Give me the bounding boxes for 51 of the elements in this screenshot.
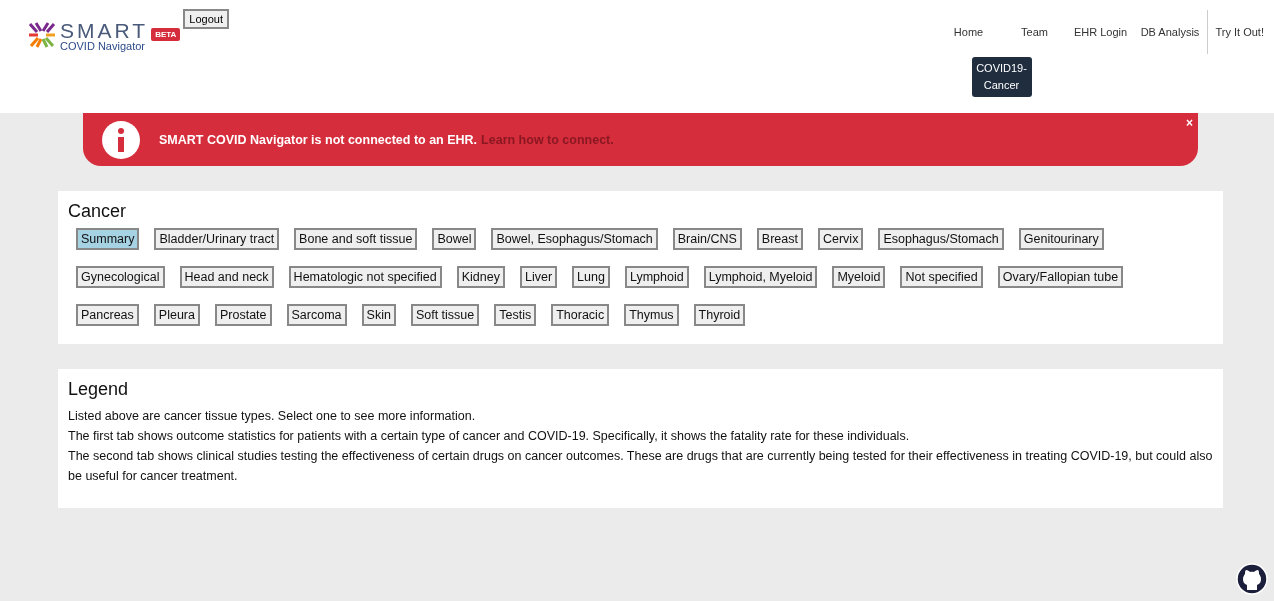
nav-link[interactable]: Try It Out! — [1206, 10, 1264, 54]
cancer-type-tab[interactable]: Thyroid — [693, 304, 746, 326]
dropdown-menu-item[interactable]: COVID19-Cancer — [971, 57, 1032, 97]
logout-button[interactable]: Logout — [183, 9, 229, 29]
cancer-type-tab[interactable]: Skin — [361, 304, 396, 326]
cancer-type-tab[interactable]: Pancreas — [76, 304, 139, 326]
legend-paragraph: The second tab shows clinical studies testing the effectiveness of certain drugs on cancer outcomes. These are drugs that are currently being tested for their effectiveness in treating COVID-19, but could also be useful for cancer treatment. — [68, 448, 1213, 485]
cancer-type-tab[interactable]: Sarcoma — [286, 304, 347, 326]
cancer-type-tab[interactable]: Prostate — [214, 304, 272, 326]
nav-link[interactable]: DB Analysis — [1133, 10, 1207, 54]
cancer-type-tab[interactable]: Genitourinary — [1018, 228, 1104, 250]
cancer-type-tab[interactable]: Gynecological — [76, 266, 165, 288]
cancer-type-tab[interactable]: Liver — [520, 266, 558, 288]
legend-paragraph: Listed above are cancer tissue types. Select one to see more information. — [68, 408, 477, 425]
cancer-type-tab[interactable]: Lung — [572, 266, 610, 288]
cancer-type-tab[interactable]: Thymus — [624, 304, 679, 326]
cancer-type-tab[interactable]: Hematologic not specified — [288, 266, 442, 288]
legend-paragraph: The first tab shows outcome statistics for patients with a certain type of cancer and COVID-19. Specifically, it shows the fatality rate for these individuals. — [68, 428, 911, 445]
cancer-type-tab[interactable]: Soft tissue — [410, 304, 480, 326]
cancer-type-tab[interactable]: Brain/CNS — [672, 228, 742, 250]
close-icon[interactable]: × — [1186, 116, 1193, 130]
cancer-type-tab[interactable]: Summary — [76, 228, 140, 250]
cancer-type-tab[interactable]: Breast — [756, 228, 803, 250]
cancer-type-tab[interactable]: Kidney — [456, 266, 505, 288]
cancer-type-tab[interactable]: Thoracic — [551, 304, 610, 326]
nav-link[interactable]: EHR Login — [1067, 10, 1134, 54]
cancer-type-tab[interactable]: Bowel, Esophagus/Stomach — [491, 228, 658, 250]
github-icon[interactable] — [1236, 563, 1268, 595]
cancer-type-tab[interactable]: Ovary/Fallopian tube — [997, 266, 1124, 288]
logo-subtitle: COVID Navigator — [60, 41, 146, 52]
cancer-type-tab[interactable]: Bone and soft tissue — [294, 228, 418, 250]
cancer-type-tab[interactable]: Head and neck — [179, 266, 274, 288]
alert-message: SMART COVID Navigator is not connected to an EHR. — [159, 132, 478, 147]
logo-wordmark: SMART — [60, 20, 149, 41]
cancer-type-tab[interactable]: Lymphoid, Myeloid — [703, 266, 818, 288]
beta-badge: BETA — [151, 28, 181, 41]
info-icon — [101, 119, 141, 160]
cancer-type-tab[interactable]: Bowel — [432, 228, 477, 250]
cancer-type-tab[interactable]: Not specified — [900, 266, 983, 288]
logo-icon — [27, 22, 57, 48]
cancer-type-tab[interactable]: Pleura — [153, 304, 200, 326]
cancer-type-tab[interactable]: Myeloid — [832, 266, 886, 288]
cancer-type-tab[interactable]: Esophagus/Stomach — [878, 228, 1004, 250]
nav-link[interactable]: Home — [935, 10, 1002, 54]
nav-link[interactable]: Team — [1001, 10, 1068, 54]
cancer-type-tab[interactable]: Cervix — [817, 228, 864, 250]
cancer-type-tab[interactable]: Bladder/Urinary tract — [154, 228, 280, 250]
section-title: Cancer — [68, 201, 128, 222]
section-title: Legend — [68, 379, 130, 400]
cancer-type-tab[interactable]: Lymphoid — [624, 266, 689, 288]
cancer-type-tab[interactable]: Testis — [494, 304, 537, 326]
